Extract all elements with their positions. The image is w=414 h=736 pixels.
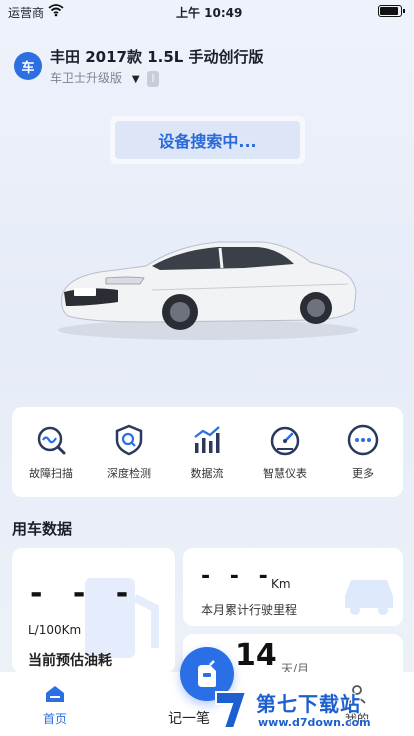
- battery-icon: [378, 5, 405, 17]
- gauge-icon: [270, 426, 300, 456]
- carrier-label: 运营商: [8, 6, 45, 20]
- days-value: 14: [235, 638, 277, 673]
- tab-record[interactable]: 记一笔: [168, 708, 210, 728]
- function-label: 数据流: [190, 467, 224, 480]
- triangle-down-icon[interactable]: ▼: [132, 74, 140, 85]
- mileage-value: - - -: [201, 564, 274, 589]
- function-label: 深度检测: [107, 467, 151, 480]
- bar-chart-icon: [194, 426, 220, 453]
- vehicle-selector[interactable]: 车 丰田 2017款 1.5L 手动创行版 车卫士升级版 ▼ ᛒ: [14, 46, 394, 88]
- watermark: 第七下载站 www.d7down.com: [212, 686, 412, 736]
- watermark-title: 第七下载站: [256, 692, 361, 716]
- car-image: [58, 241, 358, 340]
- tab-home[interactable]: 首页: [20, 684, 90, 727]
- mileage-label: 本月累计行驶里程: [201, 603, 298, 617]
- vehicle-badge-icon: 车: [14, 52, 42, 80]
- function-panel: 故障扫描 深度检测 数据流 智慧仪表 更多: [12, 407, 403, 497]
- mileage-card[interactable]: - - - Km 本月累计行驶里程: [183, 548, 403, 626]
- bluetooth-icon[interactable]: ᛒ: [147, 70, 160, 87]
- fuel-label: 当前预估油耗: [28, 653, 112, 669]
- status-bar: 运营商 上午 10:49: [0, 0, 414, 22]
- vehicle-subtitle: 车卫士升级版: [50, 71, 123, 85]
- clock: 上午 10:49: [176, 6, 243, 20]
- function-label: 故障扫描: [29, 467, 73, 480]
- home-icon: [46, 686, 64, 702]
- function-label: 更多: [352, 467, 374, 480]
- fuel-consumption-card[interactable]: - - - L/100Km 当前预估油耗: [12, 548, 175, 673]
- watermark-url: www.d7down.com: [258, 716, 371, 729]
- shield-search-icon: [115, 424, 143, 456]
- function-label: 智慧仪表: [263, 467, 307, 480]
- tab-label: 首页: [42, 712, 67, 726]
- watermark-logo-icon: [215, 691, 248, 729]
- mileage-unit: Km: [271, 577, 291, 591]
- function-data-stream[interactable]: 数据流: [168, 423, 246, 487]
- function-fault-scan[interactable]: 故障扫描: [12, 423, 90, 487]
- fuel-value: - - -: [30, 576, 139, 611]
- device-search-button[interactable]: 设备搜索中...: [110, 116, 305, 164]
- car-outline-icon: [345, 580, 393, 615]
- function-more[interactable]: 更多: [324, 423, 402, 487]
- section-title: 用车数据: [12, 520, 73, 538]
- function-smart-gauge[interactable]: 智慧仪表: [246, 423, 324, 487]
- device-search-label: 设备搜索中...: [115, 121, 300, 159]
- function-deep-check[interactable]: 深度检测: [90, 423, 168, 487]
- more-icon: [347, 424, 379, 456]
- fault-scan-icon: [37, 426, 66, 455]
- wifi-icon: [48, 4, 64, 17]
- vehicle-title: 丰田 2017款 1.5L 手动创行版: [50, 48, 264, 66]
- vehicle-subtitle-row: 车卫士升级版 ▼ ᛒ: [50, 69, 160, 87]
- fuel-unit: L/100Km: [28, 623, 82, 637]
- fuel-nozzle-icon: [198, 660, 216, 687]
